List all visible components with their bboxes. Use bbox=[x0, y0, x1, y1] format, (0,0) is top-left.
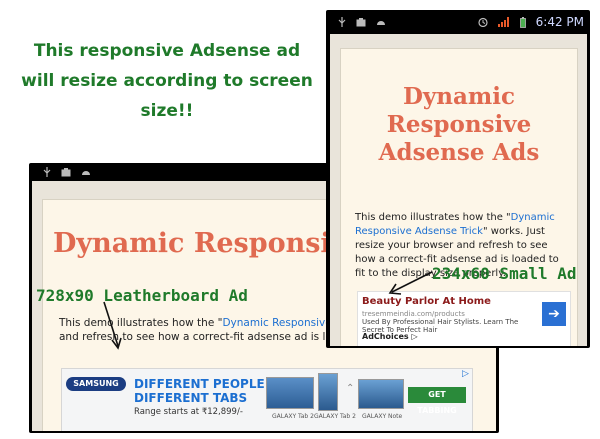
android-icon bbox=[377, 21, 385, 25]
usb-icon bbox=[43, 167, 51, 177]
small-ad-arrow-icon bbox=[388, 271, 433, 295]
screenshot-icon bbox=[61, 167, 71, 176]
arrow-right-icon[interactable]: ➔ bbox=[542, 302, 566, 326]
adchoices-label[interactable]: AdChoices ▷ bbox=[362, 332, 418, 341]
portrait-text-before-link: This demo illustrates how the " bbox=[355, 212, 511, 223]
portrait-status-bar: 6:42 PM bbox=[326, 10, 590, 34]
small-ad-url: tresemmeindia.com/products bbox=[362, 310, 465, 318]
leaderboard-arrow-icon bbox=[103, 301, 122, 350]
small-ad[interactable]: Beauty Parlor At Home tresemmeindia.com/… bbox=[357, 291, 571, 346]
tablet-caption-1: GALAXY Tab 2 bbox=[272, 413, 314, 420]
small-ad-annotation: 234x60 Small Ad bbox=[432, 264, 577, 283]
tablet-image-3 bbox=[358, 379, 404, 409]
portrait-page-title: Dynamic Responsive Adsense Ads bbox=[341, 83, 577, 167]
caption-line-2: will resize according to screen bbox=[21, 71, 313, 91]
tablet-caption-2: GALAXY Tab 2 bbox=[314, 413, 356, 420]
tablet-caption-3: GALAXY Note bbox=[362, 413, 403, 420]
get-tabbing-button[interactable]: GET TABBING bbox=[408, 387, 466, 415]
caption-line-1: This responsive Adsense ad bbox=[33, 41, 301, 61]
caption-line-3: size!! bbox=[140, 101, 194, 121]
usb-icon bbox=[338, 17, 346, 27]
alarm-icon bbox=[478, 17, 488, 27]
caption: This responsive Adsense ad will resize a… bbox=[12, 36, 322, 126]
title-line-2: Responsive bbox=[386, 111, 532, 138]
tablet-image-1 bbox=[266, 377, 314, 409]
leaderboard-ad[interactable]: SAMSUNG DIFFERENT PEOPLE DIFFERENT TABS … bbox=[61, 368, 473, 431]
adchoices-icon[interactable]: ▷ bbox=[462, 369, 469, 379]
portrait-device: 6:42 PM Dynamic Responsive Adsense Ads T… bbox=[326, 10, 590, 348]
battery-icon bbox=[519, 16, 526, 28]
screenshot-icon bbox=[356, 17, 366, 26]
portrait-page: Dynamic Responsive Adsense Ads This demo… bbox=[340, 48, 578, 346]
ad-price: Range starts at ₹12,899/- bbox=[134, 407, 243, 417]
portrait-screen: Dynamic Responsive Adsense Ads This demo… bbox=[330, 34, 587, 346]
ad-headline-2: DIFFERENT TABS bbox=[134, 391, 248, 405]
chevron-up-icon: ⌃ bbox=[346, 383, 355, 394]
samsung-logo: SAMSUNG bbox=[66, 377, 126, 391]
tablet-image-2 bbox=[318, 373, 338, 411]
title-line-3: Adsense Ads bbox=[378, 139, 540, 166]
leaderboard-annotation: 728x90 Leatherboard Ad bbox=[36, 286, 248, 305]
android-icon bbox=[82, 171, 90, 175]
ad-headline-1: DIFFERENT PEOPLE bbox=[134, 377, 265, 391]
signal-icon bbox=[497, 17, 509, 27]
landscape-text-before-link: This demo illustrates how the " bbox=[59, 317, 223, 329]
status-time: 6:42 PM bbox=[535, 15, 584, 29]
title-line-1: Dynamic bbox=[402, 83, 515, 110]
